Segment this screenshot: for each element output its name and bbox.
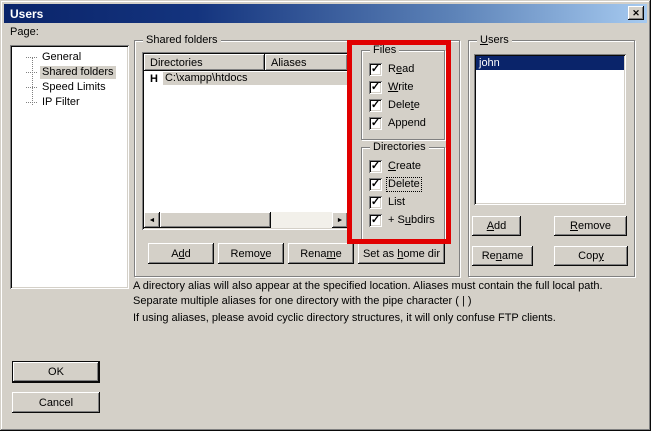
users-dialog: Users ✕ Page: General Shared folders Spe…	[0, 0, 651, 431]
list-checkbox[interactable]: ✓	[369, 196, 382, 209]
shared-remove-button[interactable]: Remove	[218, 243, 284, 264]
close-icon: ✕	[632, 8, 640, 19]
alias-note: A directory alias will also appear at th…	[133, 279, 647, 309]
directories-group-label: Directories	[370, 141, 429, 153]
users-rename-label: Rename	[482, 250, 524, 262]
tree-item-general[interactable]: General	[10, 50, 129, 65]
users-rename-button[interactable]: Rename	[472, 246, 533, 266]
users-copy-button[interactable]: Copy	[554, 246, 628, 266]
cancel-label: Cancel	[39, 397, 73, 409]
scrollbar-thumb[interactable]	[160, 212, 271, 228]
files-write-row: ✓ Write	[369, 81, 442, 94]
ok-button[interactable]: OK	[12, 361, 100, 383]
check-icon: ✓	[371, 117, 380, 130]
list-label[interactable]: List	[387, 196, 406, 209]
tree-line	[26, 57, 37, 58]
append-label[interactable]: Append	[387, 117, 427, 130]
listview-body: H C:\xampp\htdocs	[144, 71, 348, 212]
users-remove-button[interactable]: Remove	[554, 216, 627, 236]
cyclic-note: If using aliases, please avoid cyclic di…	[133, 311, 647, 326]
write-checkbox[interactable]: ✓	[369, 81, 382, 94]
page-label: Page:	[10, 26, 39, 38]
home-flag: H	[150, 73, 158, 85]
files-permissions-group: Files ✓ Read ✓ Write ✓ Delete ✓ Append	[361, 50, 445, 140]
close-button[interactable]: ✕	[628, 6, 644, 20]
users-group-label: Users	[477, 34, 512, 46]
delete-dirs-label[interactable]: Delete	[387, 178, 421, 191]
users-add-button[interactable]: Add	[472, 216, 521, 236]
users-remove-label: Remove	[570, 220, 611, 232]
tree-line	[26, 102, 37, 103]
shared-add-label: Add	[171, 248, 191, 260]
files-read-row: ✓ Read	[369, 63, 442, 76]
directories-permissions-group: Directories ✓ Create ✓ Delete ✓ List ✓ +…	[361, 147, 445, 242]
directories-checkbox-column: ✓ Create ✓ Delete ✓ List ✓ + Subdirs	[369, 160, 442, 232]
window-title: Users	[10, 7, 43, 21]
shared-add-button[interactable]: Add	[148, 243, 214, 264]
listview-header: Directories Aliases	[144, 54, 348, 71]
user-row-john[interactable]: john	[476, 56, 624, 70]
delete-files-label[interactable]: Delete	[387, 99, 421, 112]
check-icon: ✓	[371, 81, 380, 94]
shared-rename-button[interactable]: Rename	[288, 243, 354, 264]
subdirs-label[interactable]: + Subdirs	[387, 214, 436, 227]
tree-item-speed-limits[interactable]: Speed Limits	[10, 80, 129, 95]
subdirs-checkbox[interactable]: ✓	[369, 214, 382, 227]
shared-remove-label: Remove	[231, 248, 272, 260]
files-checkbox-column: ✓ Read ✓ Write ✓ Delete ✓ Append	[369, 63, 442, 135]
dirs-create-row: ✓ Create	[369, 160, 442, 173]
read-checkbox[interactable]: ✓	[369, 63, 382, 76]
tree-line	[26, 72, 37, 73]
user-name: john	[479, 57, 500, 69]
files-append-row: ✓ Append	[369, 117, 442, 130]
scroll-left-icon: ◄	[149, 217, 156, 224]
users-listbox[interactable]: john	[474, 54, 626, 205]
check-icon: ✓	[371, 160, 380, 173]
scroll-left-button[interactable]: ◄	[144, 212, 160, 228]
write-label[interactable]: Write	[387, 81, 414, 94]
delete-files-checkbox[interactable]: ✓	[369, 99, 382, 112]
read-label[interactable]: Read	[387, 63, 415, 76]
shared-folders-group-label: Shared folders	[143, 34, 221, 46]
shared-rename-label: Rename	[300, 248, 342, 260]
dirs-delete-row: ✓ Delete	[369, 178, 442, 191]
ok-label: OK	[48, 366, 64, 378]
scroll-right-button[interactable]: ►	[332, 212, 348, 228]
create-label[interactable]: Create	[387, 160, 422, 173]
directory-row[interactable]: H C:\xampp\htdocs	[144, 71, 348, 86]
delete-dirs-checkbox[interactable]: ✓	[369, 178, 382, 191]
users-copy-label: Copy	[578, 250, 604, 262]
page-listbox[interactable]: General Shared folders Speed Limits IP F…	[10, 45, 129, 289]
column-header-aliases[interactable]: Aliases	[265, 54, 348, 71]
tree-item-shared-folders[interactable]: Shared folders	[10, 65, 129, 80]
set-as-home-dir-label: Set as home dir	[363, 248, 440, 260]
dirs-list-row: ✓ List	[369, 196, 442, 209]
cancel-button[interactable]: Cancel	[12, 392, 100, 413]
check-icon: ✓	[371, 196, 380, 209]
check-icon: ✓	[371, 99, 380, 112]
tree-line	[26, 87, 37, 88]
check-icon: ✓	[371, 63, 380, 76]
set-as-home-dir-button[interactable]: Set as home dir	[358, 243, 445, 264]
scroll-right-icon: ►	[337, 217, 344, 224]
tree-item-ip-filter[interactable]: IP Filter	[10, 95, 129, 110]
title-bar[interactable]: Users ✕	[4, 4, 647, 23]
directories-listview[interactable]: Directories Aliases H C:\xampp\htdocs ◄ …	[142, 52, 350, 230]
append-checkbox[interactable]: ✓	[369, 117, 382, 130]
users-add-label: Add	[487, 220, 507, 232]
directory-path: C:\xampp\htdocs	[163, 72, 348, 85]
check-icon: ✓	[371, 214, 380, 227]
create-checkbox[interactable]: ✓	[369, 160, 382, 173]
files-delete-row: ✓ Delete	[369, 99, 442, 112]
check-icon: ✓	[371, 178, 380, 191]
horizontal-scrollbar[interactable]: ◄ ►	[144, 212, 348, 228]
column-header-directories[interactable]: Directories	[144, 54, 265, 71]
page-tree: General Shared folders Speed Limits IP F…	[10, 50, 129, 110]
scrollbar-track[interactable]	[271, 212, 332, 228]
files-group-label: Files	[370, 44, 399, 56]
dirs-subdirs-row: ✓ + Subdirs	[369, 214, 442, 227]
